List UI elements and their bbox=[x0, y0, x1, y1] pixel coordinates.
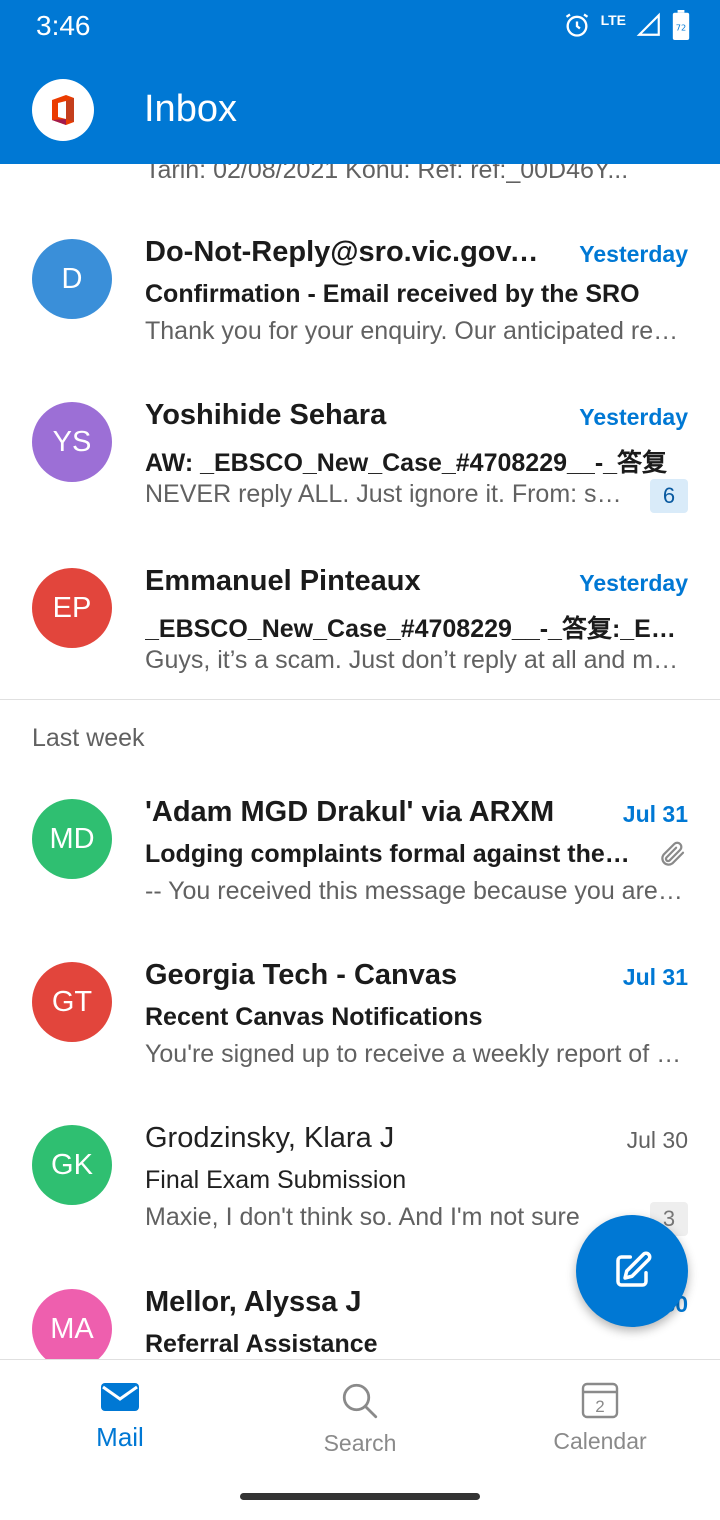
thread-count-badge: 6 bbox=[650, 479, 688, 513]
message-subject: Referral Assistance bbox=[145, 1330, 378, 1358]
message-sender: Emmanuel Pinteaux bbox=[145, 565, 421, 597]
avatar: D bbox=[32, 239, 112, 319]
message-item[interactable]: GT Georgia Tech - Canvas Jul 31 Recent C… bbox=[0, 947, 720, 1107]
message-preview: You're signed up to receive a weekly rep… bbox=[145, 1040, 685, 1068]
nav-search-label: Search bbox=[323, 1430, 397, 1456]
avatar: GK bbox=[32, 1125, 112, 1205]
mail-icon bbox=[101, 1383, 139, 1411]
message-date: Yesterday bbox=[579, 570, 688, 596]
bottom-navigation: Mail Search 2 Calendar bbox=[0, 1359, 720, 1520]
message-sender: Mellor, Alyssa J bbox=[145, 1286, 362, 1318]
avatar: MD bbox=[32, 799, 112, 879]
attachment-icon bbox=[661, 841, 685, 866]
message-date: Jul 31 bbox=[622, 801, 688, 827]
calendar-day: 2 bbox=[595, 1397, 604, 1416]
message-subject: Confirmation - Email received by the SRO bbox=[145, 280, 640, 308]
nav-calendar[interactable]: 2 Calendar bbox=[480, 1360, 720, 1470]
avatar: GT bbox=[32, 962, 112, 1042]
avatar: EP bbox=[32, 568, 112, 648]
message-subject: Recent Canvas Notifications bbox=[145, 1003, 483, 1031]
search-icon bbox=[342, 1383, 378, 1419]
message-sender: Yoshihide Sehara bbox=[145, 399, 387, 431]
section-header-last-week: Last week bbox=[32, 724, 145, 752]
signal-icon bbox=[636, 12, 660, 36]
nav-mail-label: Mail bbox=[96, 1422, 144, 1452]
message-subject: AW: _EBSCO_New_Case_#4708229__-_答复 bbox=[145, 449, 668, 477]
message-date: Jul 30 bbox=[626, 1127, 688, 1153]
message-subject: Final Exam Submission bbox=[145, 1166, 407, 1194]
compose-button[interactable] bbox=[576, 1215, 688, 1327]
message-item[interactable]: EP Emmanuel Pinteaux Yesterday _EBSCO_Ne… bbox=[0, 553, 720, 713]
partial-message-preview[interactable]: Tarih: 02/08/2021 Konu: Ref: ref:_00D46Y… bbox=[145, 164, 685, 185]
message-subject: _EBSCO_New_Case_#4708229__-_答复:_EBSCO bbox=[145, 615, 685, 643]
message-item[interactable]: D Do-Not-Reply@sro.vic.gov.au Yesterday … bbox=[0, 224, 720, 384]
app-bar: 3:46 LTE 72 Inbox bbox=[0, 0, 720, 164]
message-sender: Grodzinsky, Klara J bbox=[145, 1122, 395, 1154]
message-preview: Maxie, I don't think so. And I'm not sur… bbox=[145, 1203, 580, 1231]
message-sender: 'Adam MGD Drakul' via ARXM bbox=[145, 796, 555, 828]
message-list[interactable]: Tarih: 02/08/2021 Konu: Ref: ref:_00D46Y… bbox=[0, 164, 720, 1360]
avatar: YS bbox=[32, 402, 112, 482]
status-icons: LTE 72 bbox=[563, 10, 690, 40]
message-sender: Do-Not-Reply@sro.vic.gov.au bbox=[145, 236, 540, 268]
status-time: 3:46 bbox=[36, 10, 91, 41]
network-type: LTE bbox=[600, 12, 626, 28]
message-preview: -- You received this message because you… bbox=[145, 877, 685, 905]
status-bar: 3:46 LTE 72 bbox=[0, 0, 720, 56]
message-preview: NEVER reply ALL. Just ignore it. From: s… bbox=[145, 480, 635, 508]
office-logo-icon bbox=[52, 95, 74, 125]
message-item[interactable]: YS Yoshihide Sehara Yesterday AW: _EBSCO… bbox=[0, 387, 720, 547]
avatar: MA bbox=[32, 1289, 112, 1360]
message-item[interactable]: MD 'Adam MGD Drakul' via ARXM Jul 31 Lod… bbox=[0, 784, 720, 944]
message-subject: Lodging complaints formal against the gr… bbox=[145, 840, 635, 868]
alarm-icon bbox=[565, 13, 588, 37]
message-date: Jul 31 bbox=[622, 964, 688, 990]
message-sender: Georgia Tech - Canvas bbox=[145, 959, 458, 991]
battery-icon: 72 bbox=[672, 10, 690, 40]
nav-calendar-label: Calendar bbox=[553, 1428, 647, 1454]
gesture-bar[interactable] bbox=[240, 1493, 480, 1500]
message-preview: Thank you for your enquiry. Our anticipa… bbox=[145, 317, 685, 345]
page-title: Inbox bbox=[144, 88, 237, 130]
battery-level: 72 bbox=[676, 22, 686, 32]
calendar-icon: 2 bbox=[581, 1382, 619, 1419]
section-divider bbox=[0, 699, 720, 700]
nav-search[interactable]: Search bbox=[240, 1360, 480, 1470]
message-preview: Guys, it’s a scam. Just don’t reply at a… bbox=[145, 646, 685, 674]
message-date: Yesterday bbox=[579, 241, 688, 267]
office-account-button[interactable] bbox=[32, 79, 94, 141]
message-date: Yesterday bbox=[579, 404, 688, 430]
nav-mail[interactable]: Mail bbox=[0, 1360, 240, 1470]
compose-icon bbox=[616, 1251, 652, 1287]
